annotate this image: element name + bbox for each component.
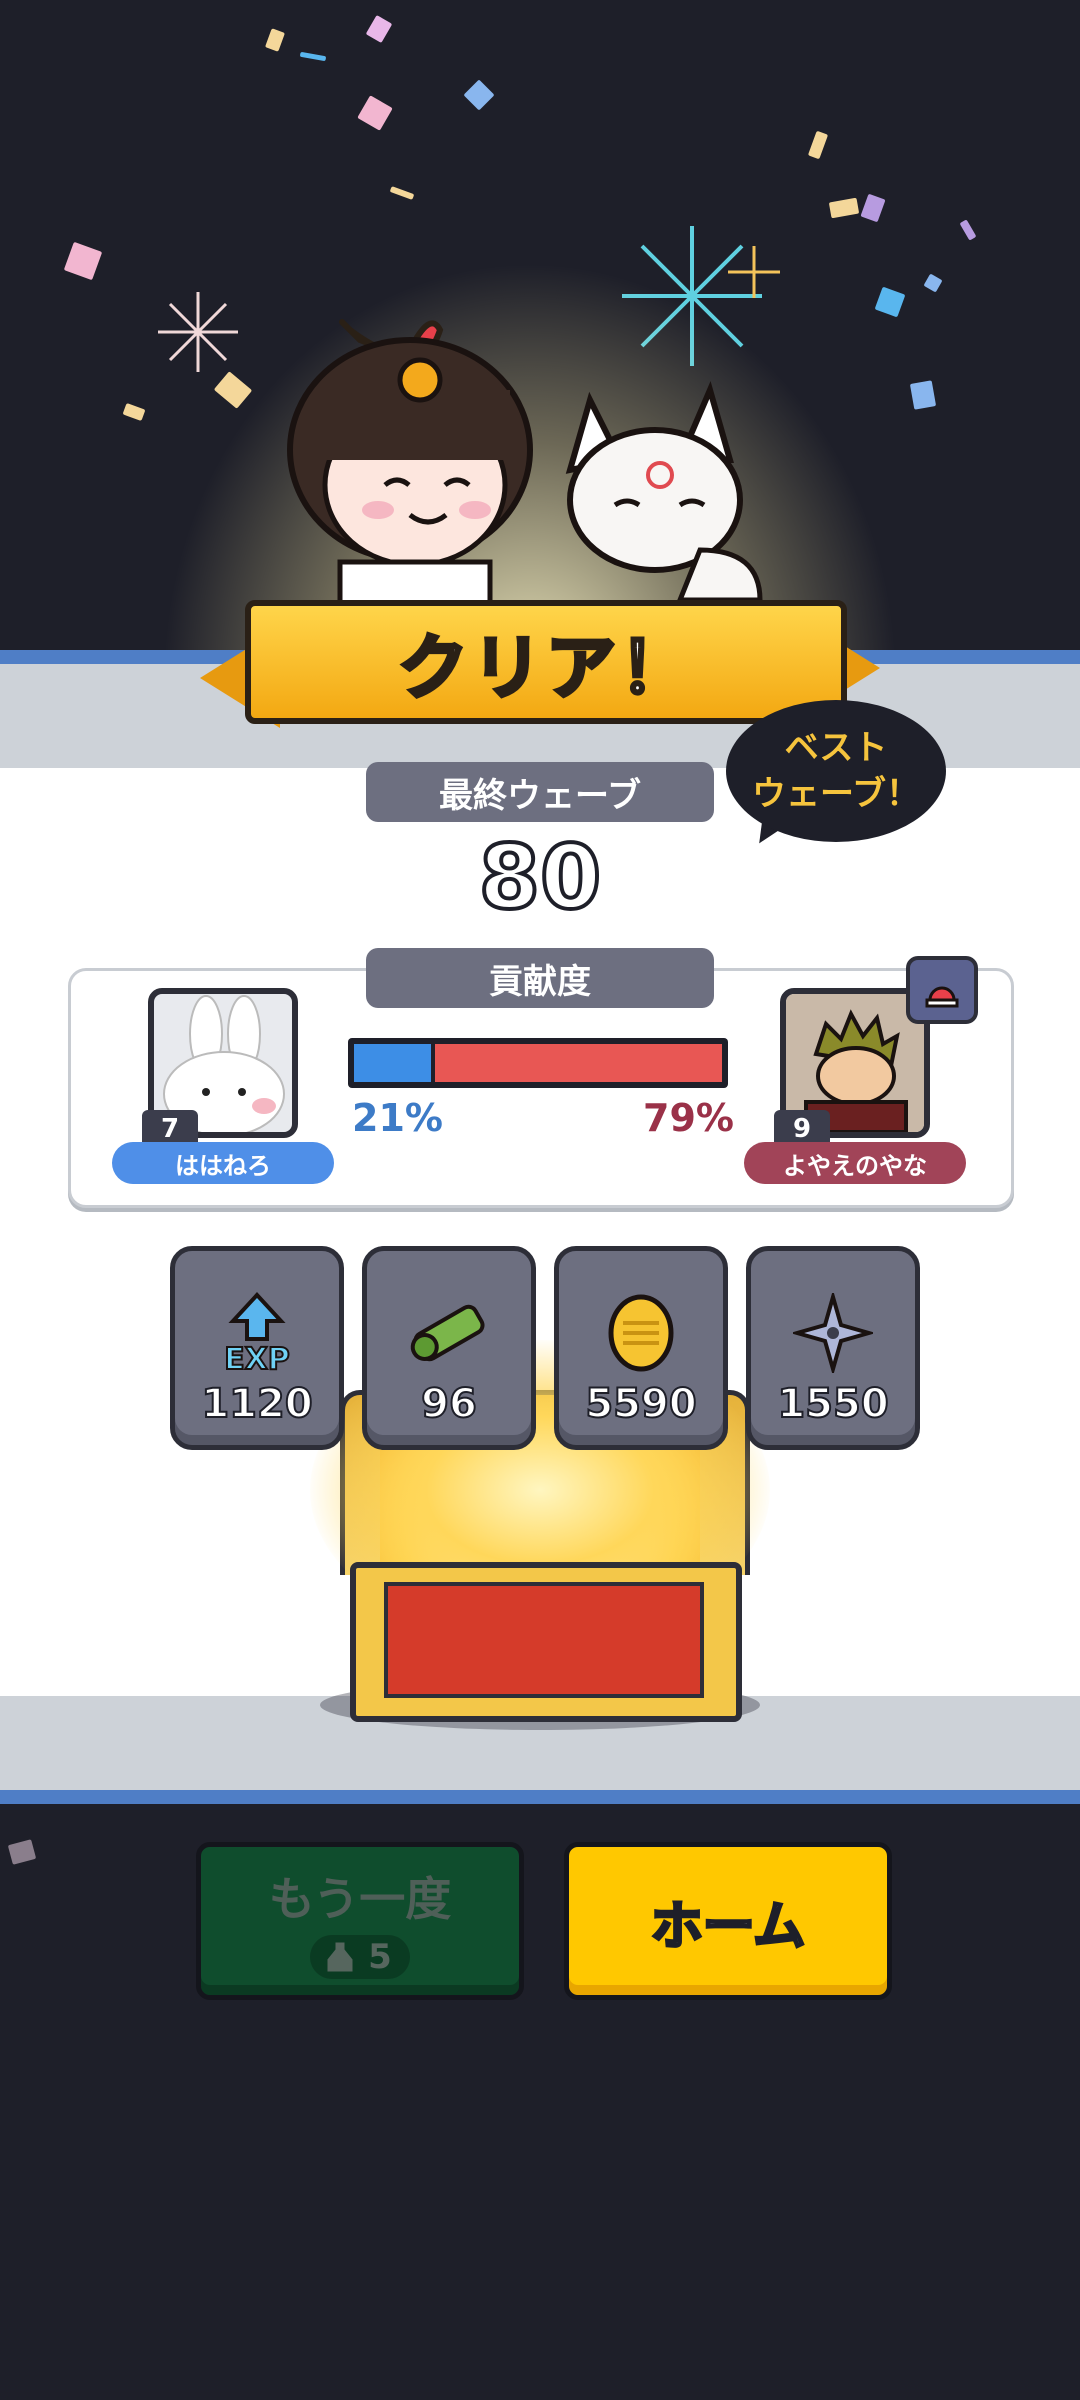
- final-wave-value: 80: [477, 824, 603, 931]
- retry-cost-value: 5: [368, 1937, 392, 1977]
- shrine-maiden-character: [287, 319, 533, 610]
- best-bubble-line1: ベスト: [784, 728, 888, 768]
- stamina-bottle-icon: [324, 1939, 356, 1975]
- svg-text:EXP: EXP: [224, 1342, 290, 1375]
- retry-cost: 5: [310, 1935, 410, 1979]
- retry-button[interactable]: もう一度 5: [196, 1842, 524, 2000]
- siren-icon: [925, 986, 959, 1008]
- contribution-bar-left-fill: [354, 1044, 431, 1082]
- reward-tile-gold: 5590: [554, 1246, 728, 1450]
- reward-value-exp: 1120: [200, 1380, 313, 1428]
- home-button-label: ホーム: [649, 1895, 806, 1958]
- reward-tile-exp: EXP 1120: [170, 1246, 344, 1450]
- white-fox-character: [565, 381, 763, 603]
- retry-button-label: もう一度: [268, 1872, 452, 1926]
- final-wave-label: 最終ウェーブ: [366, 762, 714, 822]
- exp-icon: EXP: [223, 1292, 291, 1375]
- shuriken-icon: [793, 1293, 873, 1373]
- contribution-label: 貢献度: [366, 948, 714, 1008]
- report-siren-button[interactable]: [906, 956, 978, 1024]
- reward-value-gold: 5590: [584, 1380, 697, 1428]
- right-player-percent: 79%: [643, 1096, 734, 1140]
- reward-tile-shuriken: 1550: [746, 1246, 920, 1450]
- scroll-icon: [410, 1304, 485, 1362]
- home-button[interactable]: ホーム: [564, 1842, 892, 2000]
- chest-front-panel: [384, 1582, 704, 1698]
- clear-banner: クリア！: [245, 600, 847, 724]
- best-bubble-line2: ウェーブ！: [752, 774, 920, 814]
- reward-value-shuriken: 1550: [776, 1380, 889, 1428]
- right-player-name: よやえのやな: [744, 1142, 966, 1184]
- reward-tile-scroll: 96: [362, 1246, 536, 1450]
- best-wave-bubble: ベスト ウェーブ！: [726, 700, 946, 842]
- reward-value-scroll: 96: [420, 1380, 478, 1428]
- contribution-bar-right-fill: [435, 1044, 722, 1082]
- left-player-percent: 21%: [352, 1096, 443, 1140]
- left-player-name: ははねろ: [112, 1142, 334, 1184]
- gold-coin-icon: [608, 1294, 674, 1372]
